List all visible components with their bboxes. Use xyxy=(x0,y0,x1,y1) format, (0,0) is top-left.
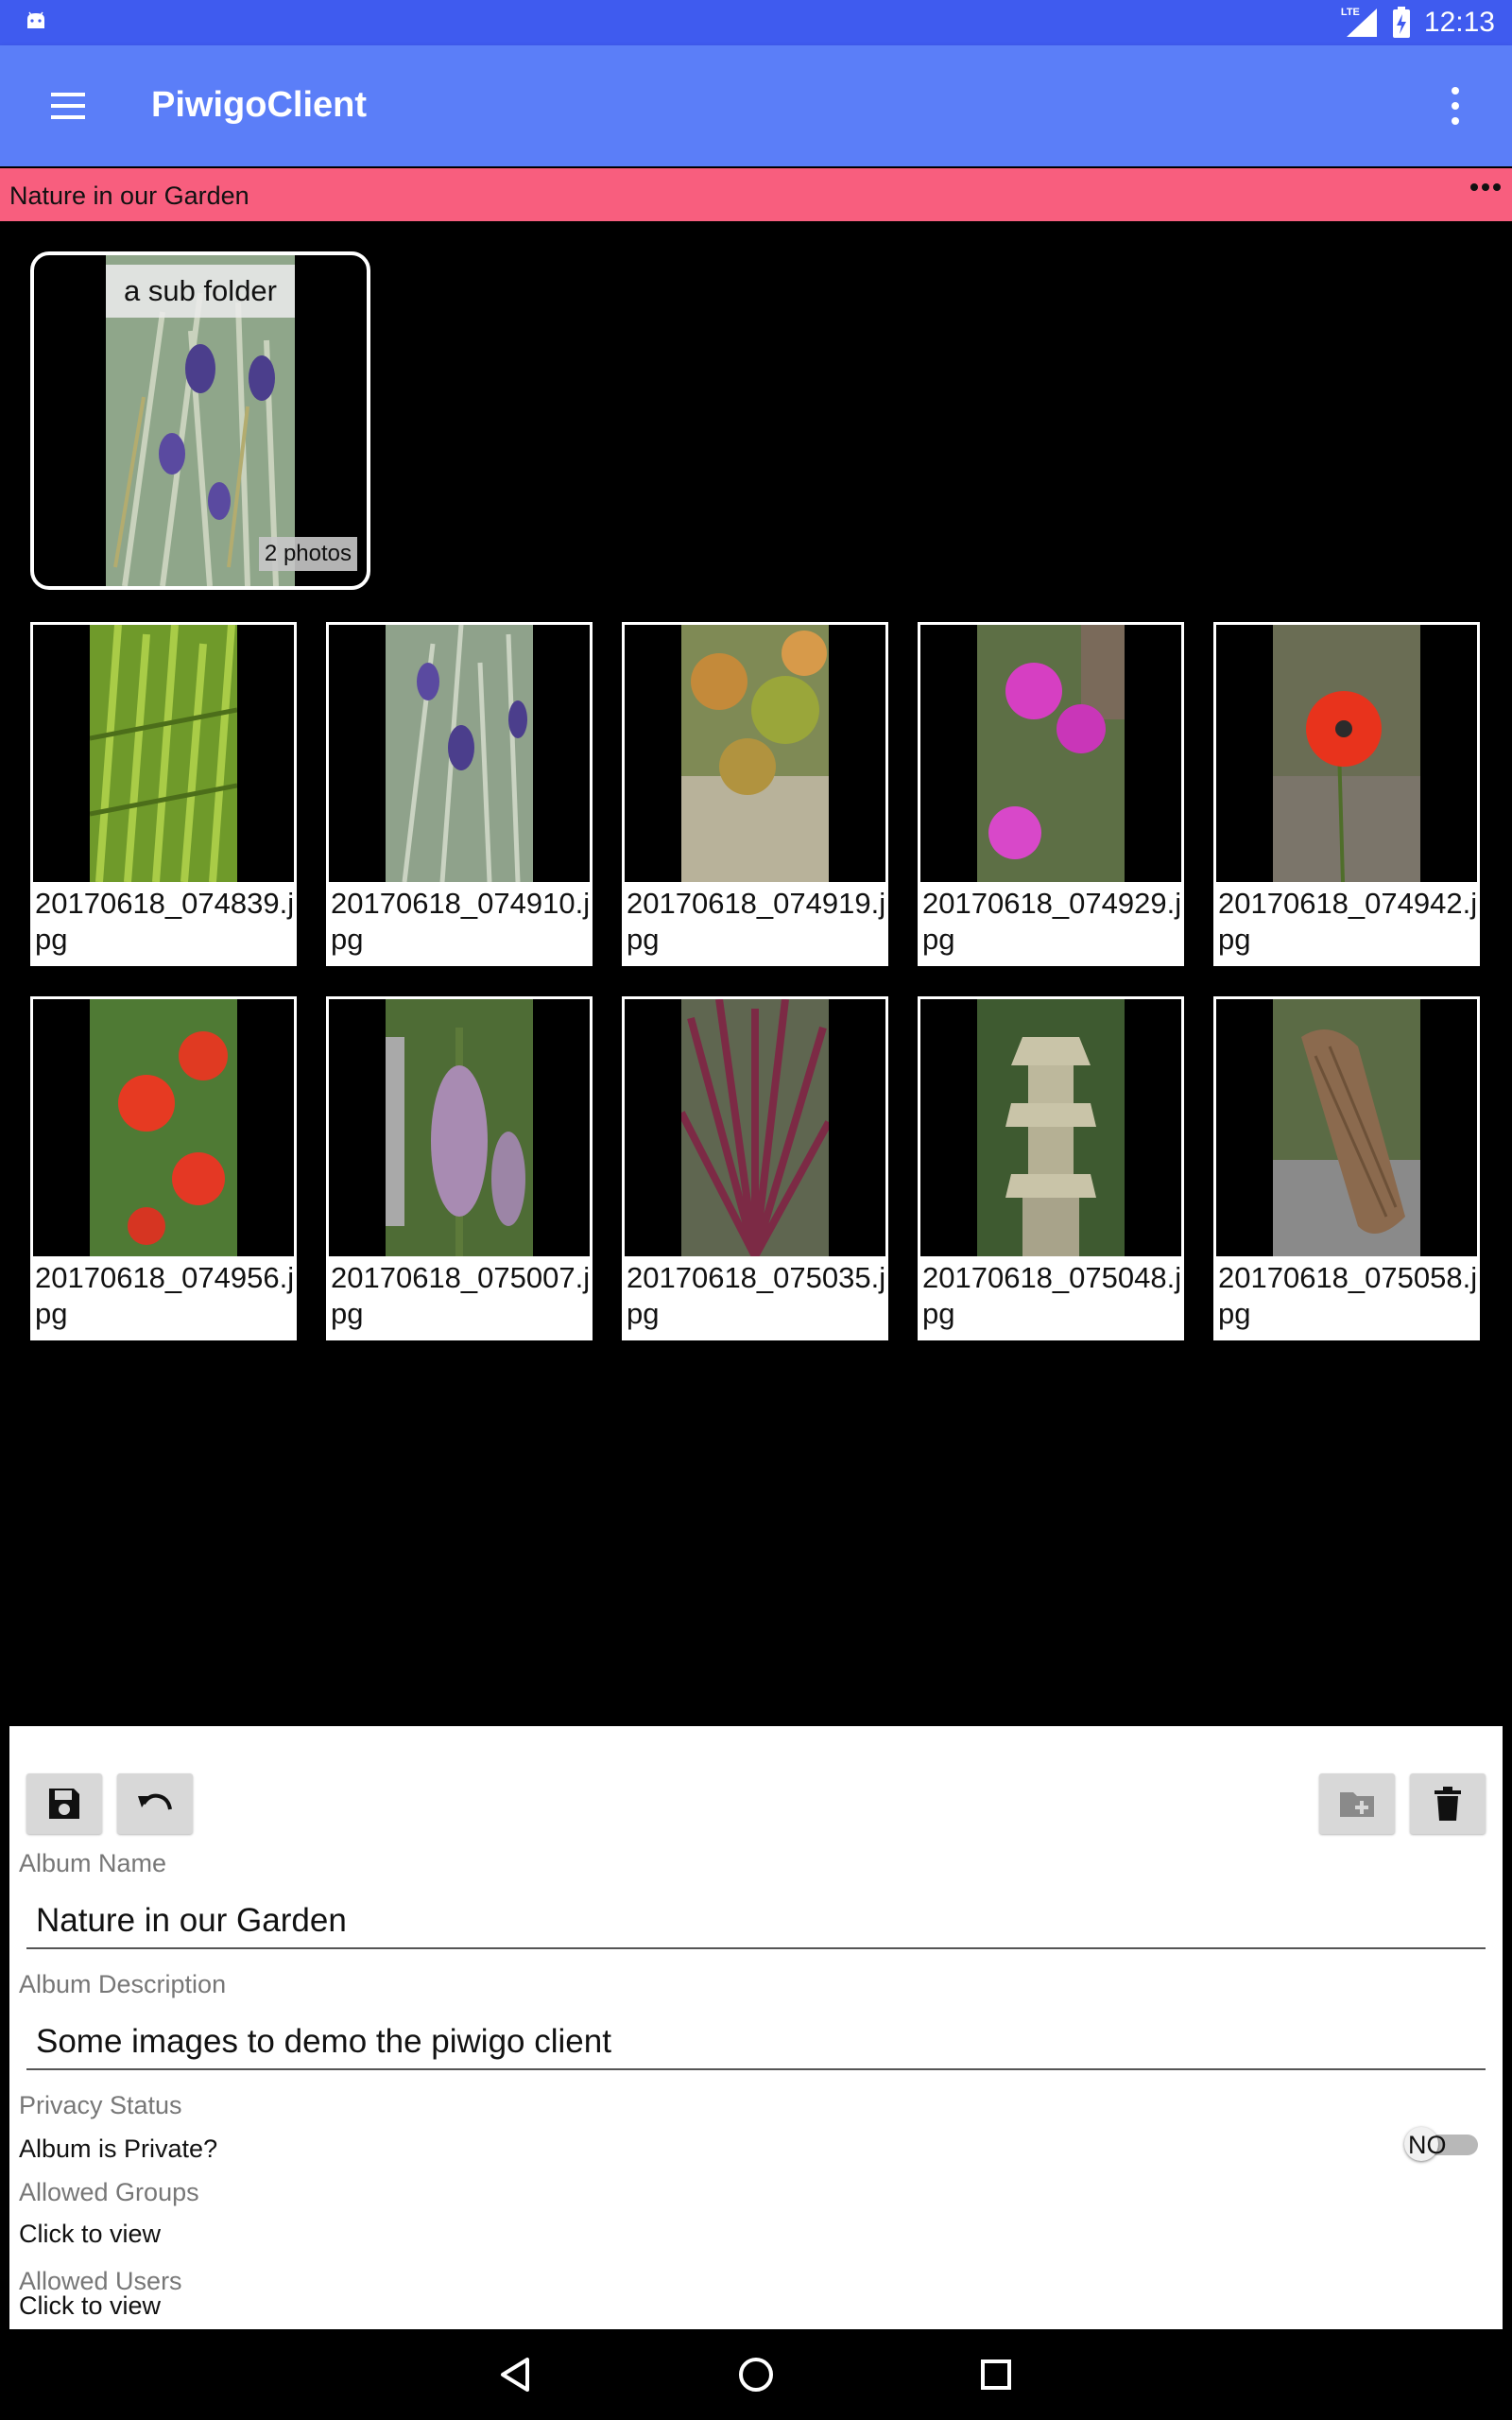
create-folder-icon xyxy=(1340,1792,1374,1817)
save-icon xyxy=(49,1789,79,1819)
status-bar: LTE 12:13 xyxy=(0,0,1512,45)
photo-tile[interactable]: 20170618_075035.jpg xyxy=(622,996,888,1340)
photo-thumbnail-frame xyxy=(625,999,885,1256)
private-toggle[interactable]: NO xyxy=(1399,2125,1484,2163)
recents-button[interactable] xyxy=(970,2348,1022,2401)
photo-thumbnail-frame xyxy=(329,999,590,1256)
photo-tile[interactable]: 20170618_074956.jpg xyxy=(30,996,297,1340)
photo-caption: 20170618_075058.jpg xyxy=(1218,1261,1478,1330)
photo-caption: 20170618_074956.jpg xyxy=(35,1261,295,1330)
photo-tile[interactable]: 20170618_075058.jpg xyxy=(1213,996,1480,1340)
photo-tile[interactable]: 20170618_074910.jpg xyxy=(326,622,593,966)
subfolder-photo-count: 2 photos xyxy=(258,537,357,571)
album-private-question: Album is Private? xyxy=(19,2135,218,2163)
navigation-bar xyxy=(0,2329,1512,2420)
photo-caption: 20170618_074929.jpg xyxy=(922,887,1182,956)
photo-thumbnail xyxy=(1273,999,1420,1256)
home-circle-icon xyxy=(739,2358,773,2392)
network-type-label: LTE xyxy=(1340,7,1360,18)
photo-thumbnail xyxy=(1273,625,1420,882)
album-name-input[interactable] xyxy=(26,1894,1486,1949)
album-description-label: Album Description xyxy=(19,1970,227,1998)
photo-thumbnail xyxy=(90,999,237,1256)
photo-thumbnail xyxy=(681,625,829,882)
delete-album-button[interactable] xyxy=(1410,1773,1486,1834)
photo-thumbnail xyxy=(90,625,237,882)
more-horiz-icon xyxy=(1470,183,1501,191)
app-title: PiwigoClient xyxy=(151,85,367,125)
screen: LTE 12:13 PiwigoClient Nature in our Gar… xyxy=(0,0,1512,2420)
photo-thumbnail-frame xyxy=(625,625,885,882)
photo-tile[interactable]: 20170618_075007.jpg xyxy=(326,996,593,1340)
photo-tile[interactable]: 20170618_074919.jpg xyxy=(622,622,888,966)
photo-thumbnail-frame xyxy=(33,625,294,882)
photo-tile[interactable]: 20170618_075048.jpg xyxy=(918,996,1184,1340)
photo-thumbnail-frame xyxy=(33,999,294,1256)
subfolder-name: a sub folder xyxy=(106,265,295,318)
private-toggle-text: NO xyxy=(1408,2131,1447,2159)
photo-caption: 20170618_075035.jpg xyxy=(627,1261,886,1330)
battery-charging-icon xyxy=(1392,7,1410,38)
app-bar: PiwigoClient xyxy=(0,45,1512,166)
android-notification-icon xyxy=(27,11,44,28)
recents-square-icon xyxy=(981,2360,1011,2390)
overflow-menu-button[interactable] xyxy=(1436,79,1474,132)
status-clock: 12:13 xyxy=(1423,7,1495,38)
back-button[interactable] xyxy=(490,2348,542,2401)
allowed-users-link[interactable]: Click to view xyxy=(19,2291,161,2321)
album-description-input[interactable] xyxy=(26,2015,1486,2070)
album-name-label: Album Name xyxy=(19,1849,167,1877)
album-actions-button[interactable] xyxy=(1467,178,1504,206)
photo-thumbnail xyxy=(977,999,1125,1256)
privacy-status-label: Privacy Status xyxy=(19,2091,182,2119)
more-vert-icon xyxy=(1452,87,1459,125)
photo-caption: 20170618_075007.jpg xyxy=(331,1261,591,1330)
photo-thumbnail-frame xyxy=(920,999,1181,1256)
photo-caption: 20170618_075048.jpg xyxy=(922,1261,1182,1330)
home-button[interactable] xyxy=(730,2348,782,2401)
allowed-groups-label: Allowed Groups xyxy=(19,2178,199,2206)
photo-thumbnail xyxy=(386,999,533,1256)
undo-icon xyxy=(138,1793,172,1810)
photo-caption: 20170618_074919.jpg xyxy=(627,887,886,956)
trash-icon xyxy=(1435,1787,1461,1821)
photo-tile[interactable]: 20170618_074942.jpg xyxy=(1213,622,1480,966)
photo-caption: 20170618_074942.jpg xyxy=(1218,887,1478,956)
allowed-groups-link[interactable]: Click to view xyxy=(19,2220,161,2249)
photo-tile[interactable]: 20170618_074839.jpg xyxy=(30,622,297,966)
lte-signal-icon: LTE xyxy=(1341,7,1379,39)
photo-caption: 20170618_074910.jpg xyxy=(331,887,591,956)
album-header-title: Nature in our Garden xyxy=(9,182,249,210)
photo-thumbnail-frame xyxy=(1216,999,1477,1256)
photo-thumbnail xyxy=(977,625,1125,882)
photo-thumbnail xyxy=(386,625,533,882)
photo-thumbnail-frame xyxy=(329,625,590,882)
subfolder-tile[interactable]: a sub folder 2 photos xyxy=(30,251,370,590)
save-button[interactable] xyxy=(26,1773,102,1834)
photo-tile[interactable]: 20170618_074929.jpg xyxy=(918,622,1184,966)
undo-button[interactable] xyxy=(117,1773,193,1834)
add-subfolder-button[interactable] xyxy=(1319,1773,1395,1834)
album-header: Nature in our Garden xyxy=(0,168,1512,221)
photo-thumbnail-frame xyxy=(1216,625,1477,882)
album-edit-panel: Album Name Album Description Privacy Sta… xyxy=(9,1726,1503,2329)
photo-thumbnail-frame xyxy=(920,625,1181,882)
hamburger-menu-button[interactable] xyxy=(38,83,98,129)
back-triangle-icon xyxy=(501,2358,529,2392)
photo-thumbnail xyxy=(681,999,829,1256)
hamburger-menu-icon xyxy=(51,93,85,119)
photo-caption: 20170618_074839.jpg xyxy=(35,887,295,956)
